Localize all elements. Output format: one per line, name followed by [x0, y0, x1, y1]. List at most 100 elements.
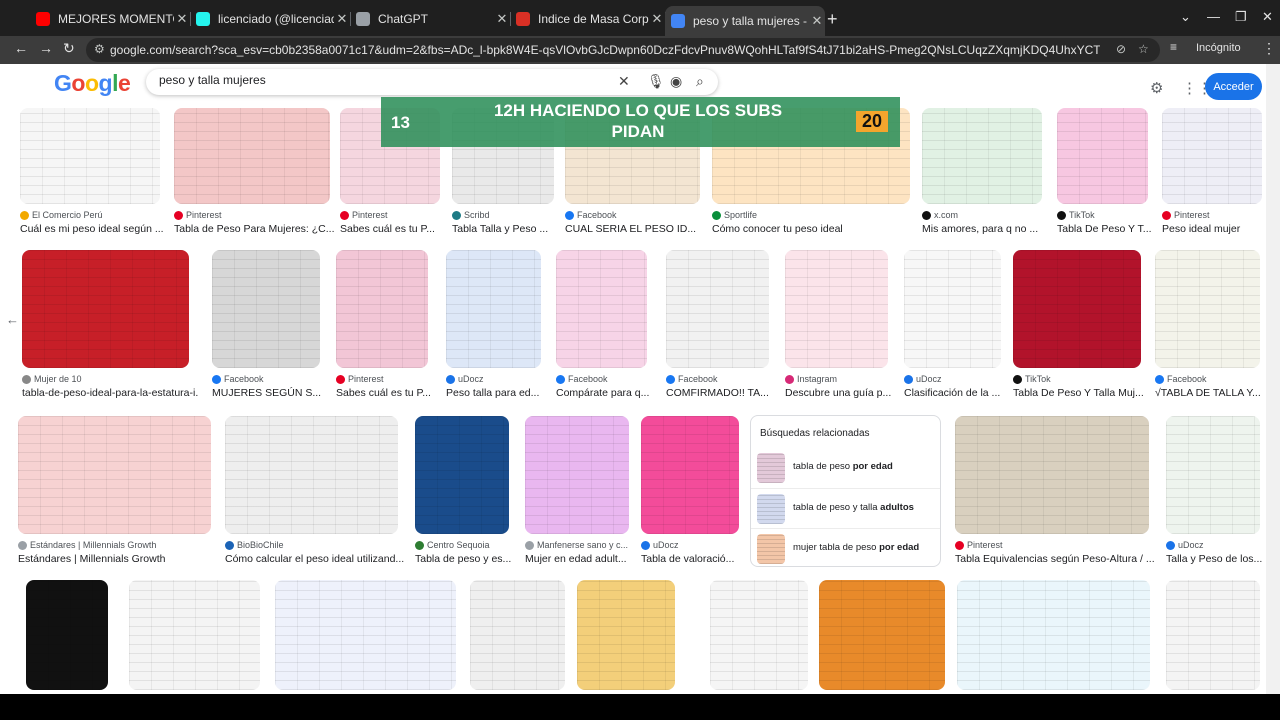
result-caption[interactable]: Sabes cuál es tu P... — [340, 223, 450, 235]
result-thumbnail[interactable] — [18, 416, 211, 534]
tab-close-icon[interactable]: ✕ — [809, 13, 825, 29]
result-source: uDocz — [641, 540, 739, 550]
result-caption[interactable]: Peso talla para ed... — [446, 387, 551, 399]
result-caption[interactable]: Tabla De Peso Y Talla Muj... — [1013, 387, 1151, 399]
back-arrow-icon[interactable]: ← — [14, 40, 28, 56]
browser-tab[interactable]: licenciado (@licenciado_.14) | T✕ — [190, 8, 350, 30]
result-thumbnail[interactable] — [1013, 250, 1141, 368]
result-thumbnail[interactable] — [785, 250, 888, 368]
source-name: uDocz — [653, 540, 679, 550]
result-thumbnail[interactable] — [336, 250, 428, 368]
source-favicon-icon — [446, 374, 455, 384]
result-caption[interactable]: Cómo conocer tu peso ideal — [712, 223, 920, 235]
result-thumbnail[interactable] — [957, 580, 1150, 690]
result-caption[interactable]: Tabla Equivalencias según Peso-Altura / … — [955, 553, 1159, 565]
reload-icon[interactable]: ↻ — [63, 40, 75, 57]
result-thumbnail[interactable] — [26, 580, 108, 690]
new-tab-icon[interactable]: + — [827, 9, 838, 30]
result-thumbnail[interactable] — [129, 580, 260, 690]
result-thumbnail[interactable] — [955, 416, 1149, 534]
search-icon[interactable]: ⌕ — [696, 73, 704, 90]
result-thumbnail[interactable] — [1166, 580, 1260, 690]
result-caption[interactable]: Tabla de peso y es... — [415, 553, 519, 565]
result-thumbnail[interactable] — [922, 108, 1042, 204]
settings-gear-icon[interactable]: ⚙ — [1150, 79, 1163, 97]
result-thumbnail[interactable] — [1162, 108, 1262, 204]
result-thumbnail[interactable] — [174, 108, 330, 204]
result-thumbnail[interactable] — [641, 416, 739, 534]
result-thumbnail[interactable] — [1166, 416, 1260, 534]
tab-close-icon[interactable]: ✕ — [494, 11, 510, 27]
result-caption[interactable]: Cuál es mi peso ideal según ... — [20, 223, 170, 235]
lens-camera-icon[interactable]: ◉ — [670, 73, 682, 90]
result-thumbnail[interactable] — [1057, 108, 1148, 204]
result-caption[interactable]: CUAL SERIA EL PESO ID... — [565, 223, 710, 235]
result-thumbnail[interactable] — [525, 416, 629, 534]
related-search-item[interactable]: tabla de peso por edad — [751, 448, 940, 488]
browser-tab[interactable]: peso y talla mujeres - Buscar co✕ — [665, 6, 825, 36]
browser-tab[interactable]: ChatGPT ✕ — [350, 8, 510, 30]
tab-list-icon[interactable]: ⌄ — [1180, 9, 1191, 25]
result-thumbnail[interactable] — [225, 416, 398, 534]
search-input[interactable] — [159, 73, 599, 87]
result-thumbnail[interactable] — [666, 250, 769, 368]
result-caption[interactable]: Sabes cuál es tu P... — [336, 387, 438, 399]
eye-off-icon[interactable]: ⊘ — [1116, 42, 1126, 56]
result-caption[interactable]: tabla-de-peso-ideal-para-la-estatura-i..… — [22, 387, 199, 399]
browser-tab[interactable]: Indice de Masa Corporal (IMC)✕ — [510, 8, 665, 30]
menu-kebab-icon[interactable]: ⋮ — [1262, 40, 1276, 57]
result-thumbnail[interactable] — [556, 250, 647, 368]
result-caption[interactable]: √TABLA DE TALLA Y... — [1155, 387, 1266, 399]
forward-arrow-icon[interactable]: → — [39, 40, 53, 56]
result-thumbnail[interactable] — [22, 250, 189, 368]
result-caption[interactable]: Cómo calcular el peso ideal utilizand... — [225, 553, 408, 565]
result-thumbnail[interactable] — [577, 580, 675, 690]
result-thumbnail[interactable] — [446, 250, 541, 368]
restore-icon[interactable]: ❐ — [1235, 9, 1247, 25]
result-caption[interactable]: Compárate para q... — [556, 387, 657, 399]
related-search-item[interactable]: tabla de peso y talla adultos — [751, 488, 940, 528]
result-caption[interactable]: Tabla de Peso Para Mujeres: ¿C... — [174, 223, 340, 235]
result-thumbnail[interactable] — [212, 250, 320, 368]
close-window-icon[interactable]: ✕ — [1262, 9, 1273, 25]
source-name: TikTok — [1025, 374, 1051, 384]
tab-close-icon[interactable]: ✕ — [174, 11, 190, 27]
minimize-icon[interactable]: — — [1207, 9, 1220, 24]
page-scrollbar[interactable] — [1266, 64, 1280, 694]
result-caption[interactable]: COMFIRMADO!! TA... — [666, 387, 779, 399]
result-thumbnail[interactable] — [415, 416, 509, 534]
result-thumbnail[interactable] — [20, 108, 160, 204]
address-bar[interactable]: ⚙ google.com/search?sca_esv=cb0b2358a007… — [86, 38, 1160, 62]
result-caption[interactable]: MUJERES SEGÚN S... — [212, 387, 330, 399]
tab-search-icon[interactable]: ≡ — [1170, 40, 1177, 54]
result-caption[interactable]: Tabla de valoració... — [641, 553, 749, 565]
result-caption[interactable]: Clasificación de la ... — [904, 387, 1011, 399]
result-caption[interactable]: Estándares | Millennials Growth — [18, 553, 221, 565]
microphone-icon[interactable]: 🎙 — [647, 73, 665, 90]
result-caption[interactable]: Mis amores, para q no ... — [922, 223, 1052, 235]
result-caption[interactable]: Peso ideal mujer — [1162, 223, 1266, 235]
browser-tab[interactable]: MEJORES MOMENTOS KICK PE✕ — [30, 8, 190, 30]
result-caption[interactable]: Tabla Talla y Peso ... — [452, 223, 564, 235]
incognito-label[interactable]: Incógnito — [1196, 42, 1241, 54]
site-info-icon[interactable]: ⚙ — [94, 42, 105, 56]
result-caption[interactable]: Talla y Peso de los... — [1166, 553, 1266, 565]
tab-close-icon[interactable]: ✕ — [334, 11, 350, 27]
result-thumbnail[interactable] — [275, 580, 456, 690]
result-thumbnail[interactable] — [1155, 250, 1260, 368]
result-caption[interactable]: Mujer en edad adult... — [525, 553, 639, 565]
related-search-item[interactable]: mujer tabla de peso por edad — [751, 528, 940, 568]
bookmark-star-icon[interactable]: ☆ — [1138, 42, 1149, 56]
result-thumbnail[interactable] — [819, 580, 945, 690]
result-caption[interactable]: Tabla De Peso Y T... — [1057, 223, 1158, 235]
result-caption[interactable]: Descubre una guía p... — [785, 387, 898, 399]
tab-close-icon[interactable]: ✕ — [649, 11, 665, 27]
signin-button[interactable]: Acceder — [1205, 73, 1262, 100]
result-thumbnail[interactable] — [904, 250, 1001, 368]
clear-icon[interactable]: ✕ — [618, 73, 630, 90]
source-name: Pinterest — [348, 374, 384, 384]
google-logo[interactable]: Google — [54, 70, 131, 97]
left-arrow-icon[interactable]: ← — [6, 312, 19, 327]
result-thumbnail[interactable] — [470, 580, 565, 690]
result-thumbnail[interactable] — [710, 580, 808, 690]
